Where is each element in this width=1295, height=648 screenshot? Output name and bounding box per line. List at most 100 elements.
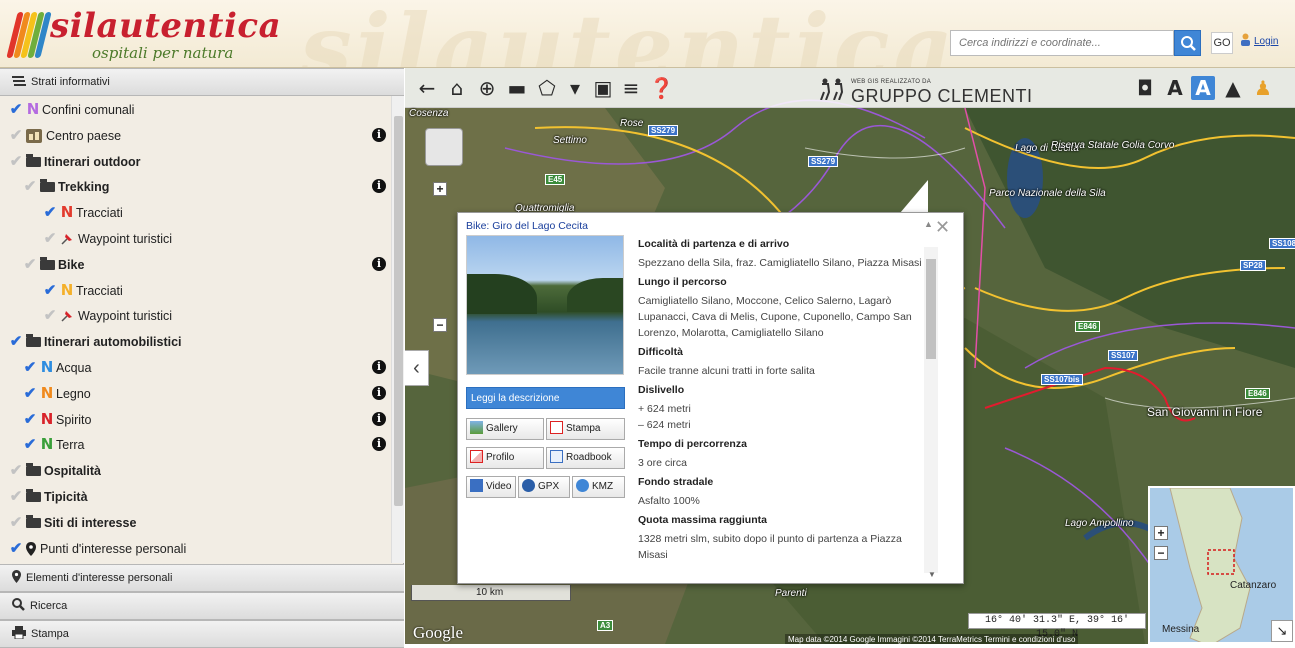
- kmz-button[interactable]: KMZ: [572, 476, 625, 498]
- roadbook-button[interactable]: Roadbook: [546, 447, 625, 469]
- layer-item[interactable]: ✔ Itinerari outdoor: [8, 149, 141, 174]
- layer-item[interactable]: ✔ N Tracciati: [42, 200, 123, 225]
- layer-tree-scroll-thumb[interactable]: [394, 116, 403, 506]
- zoom-in-button[interactable]: +: [433, 182, 447, 196]
- hikers-logo-icon: [820, 78, 844, 100]
- login-link[interactable]: Login: [1240, 33, 1278, 47]
- road-shield: SS107: [1108, 350, 1139, 361]
- google-logo: Google: [413, 623, 464, 642]
- list-icon[interactable]: ≡: [619, 76, 643, 100]
- info-icon[interactable]: i: [372, 179, 386, 194]
- popup-scroll-down-icon[interactable]: ▼: [928, 570, 936, 579]
- popup-scroll-up-icon[interactable]: ▲: [924, 219, 933, 229]
- zoom-out-button[interactable]: −: [433, 318, 447, 332]
- link-button[interactable]: GO: [1211, 32, 1233, 54]
- popup-scroll-thumb[interactable]: [926, 259, 936, 359]
- personal-elements-panel-header[interactable]: Elementi d'interesse personali: [0, 564, 404, 592]
- checked-icon[interactable]: ✔: [22, 355, 38, 380]
- layer-item[interactable]: ✔ N Tracciati: [42, 278, 123, 303]
- unchecked-icon[interactable]: ✔: [42, 303, 58, 328]
- layer-item[interactable]: ✔ Tipicità: [8, 484, 88, 509]
- unchecked-icon[interactable]: ✔: [22, 174, 38, 199]
- checked-icon[interactable]: ✔: [8, 329, 24, 354]
- checked-icon[interactable]: ✔: [42, 278, 58, 303]
- overview-map[interactable]: Catanzaro Messina + − ↘: [1148, 486, 1295, 644]
- info-icon[interactable]: i: [372, 256, 386, 271]
- info-icon[interactable]: i: [372, 437, 386, 452]
- layer-item[interactable]: ✔ Bike: [22, 252, 85, 277]
- layer-item[interactable]: ✔ N Acqua: [22, 355, 92, 380]
- layer-item[interactable]: ✔ N Terra: [22, 432, 85, 457]
- info-icon[interactable]: i: [372, 385, 386, 400]
- gpx-button[interactable]: GPX: [518, 476, 570, 498]
- layers-icon: [12, 76, 26, 86]
- streetview-pegman-icon[interactable]: ♟: [1251, 76, 1275, 100]
- layers-panel-header[interactable]: Strati informativi: [0, 68, 404, 96]
- layer-item[interactable]: ✔ Ospitalità: [8, 458, 101, 483]
- print-pdf-label: Stampa: [566, 423, 601, 434]
- trekking-mode-icon[interactable]: A: [1163, 76, 1187, 100]
- print-tool-icon[interactable]: ▣: [591, 76, 615, 100]
- logo-title[interactable]: silautentica: [50, 6, 281, 46]
- search-button[interactable]: [1174, 30, 1201, 56]
- layer-item[interactable]: ✔ Centro paese: [8, 123, 121, 148]
- overview-toggle-button[interactable]: ↘: [1271, 620, 1293, 642]
- layer-item[interactable]: ✔ N Legno: [22, 381, 91, 406]
- info-icon[interactable]: i: [372, 411, 386, 426]
- home-icon[interactable]: ⌂: [445, 76, 469, 100]
- layer-item[interactable]: ✔ Itinerari automobilistici: [8, 329, 182, 354]
- layer-item[interactable]: ✔ N Confini comunali: [8, 97, 135, 122]
- overview-zoom-in-button[interactable]: +: [1154, 526, 1168, 540]
- info-icon[interactable]: i: [372, 127, 386, 142]
- checked-icon[interactable]: ✔: [22, 432, 38, 457]
- unchecked-icon[interactable]: ✔: [8, 149, 24, 174]
- checked-icon[interactable]: ✔: [42, 200, 58, 225]
- unchecked-icon[interactable]: ✔: [8, 123, 24, 148]
- layer-item[interactable]: ✔ Trekking: [22, 174, 110, 199]
- video-button[interactable]: Video: [466, 476, 516, 498]
- map-canvas[interactable]: ← ⌂ ⊕ ▬ ⬠ ▾ ▣ ≡ ❓ WEB GIS REALIZZATO DA …: [405, 68, 1295, 644]
- profile-button[interactable]: Profilo: [466, 447, 544, 469]
- camera-icon[interactable]: ◘: [1133, 76, 1157, 100]
- unchecked-icon[interactable]: ✔: [8, 484, 24, 509]
- gallery-button[interactable]: Gallery: [466, 418, 544, 440]
- layer-item[interactable]: ✔ Punti d'interesse personali: [8, 536, 187, 561]
- checked-icon[interactable]: ✔: [8, 97, 24, 122]
- popup-scrollbar[interactable]: [924, 247, 938, 573]
- layer-item[interactable]: ✔ Waypoint turistici: [42, 303, 172, 328]
- layer-tree-scrollbar[interactable]: [391, 96, 404, 563]
- layer-item[interactable]: ✔ Siti di interesse: [8, 510, 137, 535]
- unchecked-icon[interactable]: ✔: [42, 226, 58, 251]
- zoom-box-icon[interactable]: ⊕: [475, 76, 499, 100]
- checked-icon[interactable]: ✔: [8, 536, 24, 561]
- unchecked-icon[interactable]: ✔: [22, 252, 38, 277]
- read-description-button[interactable]: Leggi la descrizione: [466, 387, 625, 409]
- polygon-icon[interactable]: ⬠: [535, 76, 559, 100]
- layer-item[interactable]: ✔ Waypoint turistici: [42, 226, 172, 251]
- overview-zoom-out-button[interactable]: −: [1154, 546, 1168, 560]
- layer-item[interactable]: ✔ N Spirito: [22, 407, 92, 432]
- map-attribution[interactable]: Map data ©2014 Google Immagini ©2014 Ter…: [785, 634, 1079, 644]
- layer-label: Terra: [56, 438, 85, 453]
- ruler-icon[interactable]: ▬: [505, 76, 529, 100]
- terrain-icon[interactable]: ▲: [1221, 76, 1245, 100]
- checked-icon[interactable]: ✔: [22, 407, 38, 432]
- map-label: Settimo: [553, 135, 587, 146]
- help-icon[interactable]: ❓: [649, 76, 674, 100]
- photo-mode-icon[interactable]: A: [1191, 76, 1215, 100]
- close-icon[interactable]: ✕: [935, 217, 950, 238]
- print-pdf-button[interactable]: Stampa: [546, 418, 625, 440]
- unchecked-icon[interactable]: ✔: [8, 458, 24, 483]
- marker-tool-icon[interactable]: ▾: [563, 76, 587, 100]
- section-heading: Difficoltà: [638, 346, 683, 358]
- info-icon[interactable]: i: [372, 360, 386, 374]
- itinerary-photo[interactable]: [466, 235, 624, 375]
- unchecked-icon[interactable]: ✔: [8, 510, 24, 535]
- back-arrow-icon[interactable]: ←: [415, 76, 439, 100]
- collapse-sidebar-button[interactable]: ‹: [405, 350, 429, 386]
- search-panel-header[interactable]: Ricerca: [0, 592, 404, 620]
- pan-control[interactable]: [425, 128, 463, 166]
- checked-icon[interactable]: ✔: [22, 381, 38, 406]
- search-input[interactable]: [950, 30, 1174, 56]
- line-style-icon: N: [40, 409, 54, 428]
